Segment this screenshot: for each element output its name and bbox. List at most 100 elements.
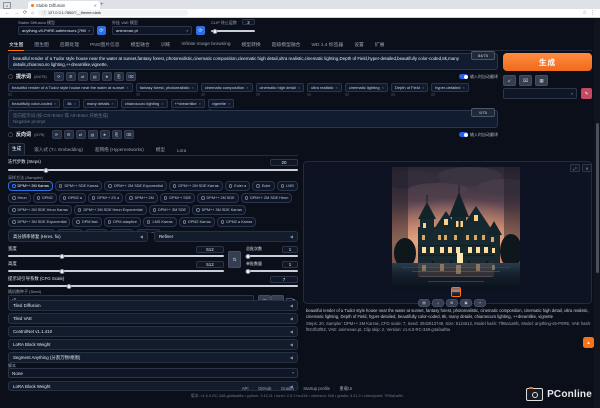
- prompt-chip[interactable]: fantasy forest, photorealistic×: [136, 83, 198, 92]
- slider-handle[interactable]: [245, 269, 250, 274]
- vae-refresh-button[interactable]: ⟳: [196, 26, 205, 35]
- gallery-action-icon[interactable]: ▣: [460, 299, 472, 307]
- main-tab[interactable]: 训练: [160, 39, 172, 50]
- swap-dimensions-button[interactable]: ⇅: [228, 251, 241, 268]
- settings-tab[interactable]: 模型: [153, 145, 168, 155]
- status-circle-icon[interactable]: ◯: [8, 132, 13, 138]
- footer-link[interactable]: 重载UI: [330, 386, 352, 392]
- sampler-option[interactable]: DPM++ 2S a: [88, 193, 123, 203]
- height-slider[interactable]: [8, 270, 224, 272]
- chip-remove-icon[interactable]: ×: [111, 101, 113, 106]
- new-tab-button[interactable]: +: [100, 2, 104, 8]
- sampler-option[interactable]: DPM adaptive: [104, 217, 141, 227]
- chip-remove-icon[interactable]: ×: [199, 101, 201, 106]
- prompt-tool-icon[interactable]: ★: [102, 72, 112, 81]
- chip-remove-icon[interactable]: ×: [191, 85, 193, 90]
- back-icon[interactable]: ←: [5, 11, 10, 16]
- prompt-textarea[interactable]: beautiful render of a Tudor style house …: [8, 53, 498, 70]
- page-scrollbar[interactable]: [594, 18, 600, 408]
- slider-handle[interactable]: [60, 254, 65, 259]
- settings-tab[interactable]: 生成: [8, 143, 25, 155]
- footer-link[interactable]: Startup profile: [294, 386, 330, 392]
- sampler-option[interactable]: Euler: [252, 181, 274, 191]
- prompt-chip[interactable]: Depth of Field×: [391, 83, 428, 92]
- chip-remove-icon[interactable]: ×: [298, 85, 300, 90]
- height-value[interactable]: 512: [196, 261, 224, 268]
- sampler-option[interactable]: DPM++ 2M Karras: [8, 181, 53, 191]
- chip-remove-icon[interactable]: ×: [246, 85, 248, 90]
- chip-remove-icon[interactable]: ×: [126, 85, 128, 90]
- main-tab[interactable]: 超级模型融合: [271, 39, 302, 50]
- styles-dropdown[interactable]: ▾: [503, 88, 577, 99]
- prompt-chip[interactable]: vignette×: [208, 99, 234, 108]
- negative-translate-toggle[interactable]: [459, 132, 468, 137]
- tab-search-icon[interactable]: ⊞: [3, 2, 11, 9]
- settings-tab[interactable]: 超网络 (Hypernetworks): [92, 145, 147, 155]
- negative-tool-icon[interactable]: ▤: [88, 130, 98, 139]
- prompt-chip[interactable]: cinematic composition×: [201, 83, 253, 92]
- batch-count-value[interactable]: 1: [282, 246, 298, 253]
- main-tab[interactable]: 模型转换: [240, 39, 261, 50]
- negative-tool-icon[interactable]: ⟳: [52, 130, 62, 139]
- cfg-slider[interactable]: [8, 285, 298, 287]
- extension-accordion[interactable]: ControlNet v1.1.410 ◀: [8, 326, 298, 337]
- width-value[interactable]: 512: [196, 246, 224, 253]
- clear-prompt-icon[interactable]: ⌧: [519, 75, 532, 86]
- script-dropdown[interactable]: None ▾: [8, 368, 298, 378]
- reload-icon[interactable]: ⟳: [23, 11, 27, 16]
- sampler-option[interactable]: DPM++ 2M SDE: [197, 193, 239, 203]
- fullscreen-icon[interactable]: ⤢: [570, 164, 580, 172]
- home-icon[interactable]: ⌂: [31, 11, 34, 16]
- checkpoint-refresh-button[interactable]: ⟳: [97, 26, 106, 35]
- prompt-tool-icon[interactable]: ▤: [90, 72, 100, 81]
- width-slider[interactable]: [8, 255, 224, 257]
- negative-tool-icon[interactable]: ⇄: [76, 130, 86, 139]
- prompt-tool-icon[interactable]: ⌫: [126, 72, 136, 81]
- sampler-option[interactable]: DPM++ 3M SDE Karras: [192, 205, 246, 215]
- chip-remove-icon[interactable]: ×: [74, 101, 76, 106]
- chip-remove-icon[interactable]: ×: [463, 85, 465, 90]
- chip-remove-icon[interactable]: ×: [422, 85, 424, 90]
- sampler-option[interactable]: DPM++ 2M SDE Exponential: [104, 181, 166, 191]
- sampler-option[interactable]: DPM++ 2M SDE Heun Karras: [8, 205, 72, 215]
- gallery-action-icon[interactable]: ▤: [418, 299, 430, 307]
- batch-size-value[interactable]: 1: [282, 261, 298, 268]
- gallery-thumbnail[interactable]: [451, 287, 461, 297]
- site-info-icon[interactable]: ⓘ: [42, 11, 46, 16]
- main-tab[interactable]: 后期处理: [59, 39, 80, 50]
- footer-link[interactable]: Gradio: [271, 386, 293, 392]
- checkpoint-dropdown[interactable]: anything-v5-PrtRE.safetensors [7f96a1a9f…: [18, 26, 94, 35]
- main-tab[interactable]: 模型融合: [130, 39, 151, 50]
- prompt-chip[interactable]: beautifully color-coded×: [8, 99, 60, 108]
- settings-tab[interactable]: 嵌入式 (T.I. Embedding): [31, 145, 86, 155]
- batch-count-slider[interactable]: [246, 255, 298, 257]
- sampler-option[interactable]: LMS: [277, 181, 298, 191]
- generated-image[interactable]: [392, 167, 520, 289]
- extra-networks-icon[interactable]: ▦: [535, 75, 548, 86]
- sampler-option[interactable]: DPM fast: [72, 217, 101, 227]
- sampler-option[interactable]: DPM2 Karras: [179, 217, 215, 227]
- main-tab[interactable]: PNG图片信息: [89, 39, 121, 50]
- gallery-action-icon[interactable]: ⤓: [432, 299, 444, 307]
- sampler-option[interactable]: DPM2 a: [59, 193, 86, 203]
- forward-icon[interactable]: →: [14, 11, 19, 16]
- generate-button[interactable]: 生成: [503, 53, 592, 71]
- address-bar[interactable]: ⓘ 127.0.0.1:7860/?__theme=dark: [38, 10, 188, 17]
- extension-accordion[interactable]: Segment Anything (分割万物/抠图) ◀: [8, 352, 298, 363]
- paste-prompt-icon[interactable]: ↙: [503, 75, 516, 86]
- status-circle-icon[interactable]: ◯: [8, 74, 13, 80]
- extension-accordion[interactable]: Tiled Diffusion ◀: [8, 300, 298, 311]
- vae-dropdown[interactable]: animevae.pt ▾: [112, 26, 192, 35]
- sampler-option[interactable]: DPM++ 2M SDE Heun Exponential: [74, 205, 147, 215]
- sampler-option[interactable]: Heun: [8, 193, 31, 203]
- main-tab[interactable]: WD 1.4 标签器: [310, 39, 344, 50]
- scroll-to-top-button[interactable]: ▲: [583, 337, 594, 348]
- prompt-chip[interactable]: ++dreamlike×: [171, 99, 205, 108]
- main-tab[interactable]: 图生图: [33, 39, 49, 50]
- sampler-option[interactable]: LMS Karras: [143, 217, 177, 227]
- scrollbar-thumb[interactable]: [596, 123, 599, 273]
- sampler-option[interactable]: DPM++ SDE: [160, 193, 195, 203]
- chip-remove-icon[interactable]: ×: [382, 85, 384, 90]
- browser-menu-icon[interactable]: ⋮: [590, 11, 595, 16]
- translate-toggle[interactable]: [459, 74, 468, 79]
